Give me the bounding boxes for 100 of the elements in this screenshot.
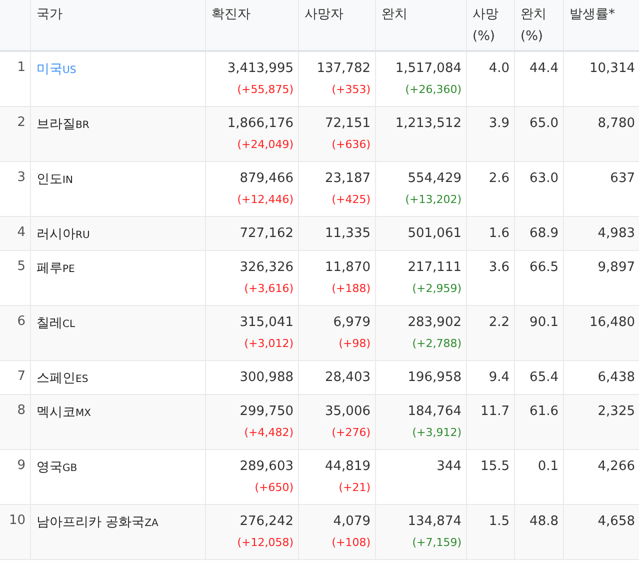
table-cell-text: 35,006: [324, 403, 370, 420]
country-name: 스페인 ES: [36, 371, 88, 386]
country-name: 멕시코MX: [36, 405, 91, 420]
daily-change: (+108): [330, 535, 370, 551]
column-header[interactable]: 완치 (%): [514, 0, 563, 51]
daily-change: (+3,912): [411, 425, 462, 441]
daily-change: (+276): [330, 425, 370, 441]
table-cell-text: 6,979: [332, 314, 370, 331]
column-header[interactable]: 국가: [30, 0, 205, 51]
table-cell-text: 300,988: [238, 369, 294, 386]
column-header[interactable]: 사망 (%): [466, 0, 514, 51]
daily-change: (+425): [330, 192, 370, 208]
rank-number: 5: [17, 259, 26, 274]
table-cell-text: 2,325: [596, 403, 635, 420]
table-cell-text: 72,151: [324, 115, 370, 132]
table-cell-text: 3.9: [488, 115, 510, 132]
daily-change: (+3,012): [243, 336, 294, 352]
table-cell-text: 10,314: [588, 60, 635, 77]
table-cell-text: 344: [436, 458, 462, 475]
daily-change: (+4,482): [243, 425, 294, 441]
table-cell-text: 276,242: [238, 513, 294, 530]
daily-change: (+353): [330, 82, 370, 98]
country-name: 러시아RU: [36, 227, 90, 242]
table-cell-text: 28,403: [324, 369, 370, 386]
rank-number: 4: [17, 225, 26, 240]
table-cell-text: 217,111: [406, 259, 462, 276]
table-cell-text: 90.1: [528, 314, 558, 331]
daily-change: (+636): [330, 137, 370, 153]
rank-number: 10: [8, 513, 26, 528]
table-cell-text: 137,782: [316, 60, 370, 77]
table-cell-text: 554,429: [406, 170, 462, 187]
table-cell-text: 315,041: [238, 314, 294, 331]
daily-change: (+24,049): [236, 137, 294, 153]
table-cell-text: 134,874: [406, 513, 462, 530]
table-cell-text: 3.6: [488, 259, 510, 276]
column-header[interactable]: 발생률*: [563, 0, 639, 51]
column-header[interactable]: 완치: [375, 0, 466, 51]
country-name: 칠레 CL: [36, 316, 76, 331]
country-name: 브라질 BR: [36, 117, 90, 132]
daily-change: (+7,159): [411, 535, 462, 551]
table-cell-text: 3,413,995: [226, 60, 294, 77]
daily-change: (+98): [338, 336, 370, 352]
table-cell-text: 1,517,084: [394, 60, 462, 77]
table-cell-text: 15.5: [480, 458, 510, 475]
daily-change: (+55,875): [236, 82, 294, 98]
table-cell-text: 11,335: [324, 225, 370, 242]
table-cell-text: 0.1: [536, 458, 558, 475]
table-cell-text: 61.6: [528, 403, 558, 420]
table-cell-text: 9.4: [488, 369, 510, 386]
table-cell-text: 4,658: [596, 513, 635, 530]
rank-number: 7: [17, 369, 26, 384]
table-cell-text: 48.8: [528, 513, 558, 530]
table-cell-text: 637: [609, 170, 635, 187]
daily-change: (+3,616): [243, 281, 294, 297]
rank-number: 6: [17, 314, 26, 329]
country-name: 인도IN: [36, 172, 73, 187]
daily-change: (+12,446): [236, 192, 294, 208]
table-cell-text: 2.6: [488, 170, 510, 187]
table-cell-text: 727,162: [238, 225, 294, 242]
table-cell-text: 289,603: [238, 458, 294, 475]
rank-number: 2: [17, 115, 26, 130]
table-cell-text: 44,819: [324, 458, 370, 475]
table-cell-text: 9,897: [596, 259, 635, 276]
country-name: 남아프리카 공화국ZA: [36, 515, 158, 530]
daily-change: (+21): [338, 480, 370, 496]
table-cell-text: 65.4: [528, 369, 558, 386]
table-cell-text: 68.9: [528, 225, 558, 242]
table-cell-text: 16,480: [588, 314, 635, 331]
table-cell-text: 4.0: [488, 60, 510, 77]
daily-change: (+2,788): [411, 336, 462, 352]
table-cell-text: 879,466: [238, 170, 294, 187]
column-header[interactable]: 사망자: [298, 0, 375, 51]
daily-change: (+26,360): [404, 82, 462, 98]
table-cell-text: 8,780: [596, 115, 635, 132]
rank-number: 3: [17, 170, 26, 185]
table-cell-text: 2.2: [488, 314, 510, 331]
table-cell-text: 283,902: [406, 314, 462, 331]
table-cell-text: 1,866,176: [226, 115, 294, 132]
table-cell-text: 299,750: [238, 403, 294, 420]
rank-number: 8: [17, 403, 26, 418]
daily-change: (+13,202): [404, 192, 462, 208]
table-cell-text: 11,870: [324, 259, 370, 276]
table-cell-text: 4,266: [596, 458, 635, 475]
country-name: 영국GB: [36, 460, 78, 475]
table-cell-text: 1,213,512: [394, 115, 462, 132]
table-cell-text: 65.0: [528, 115, 558, 132]
table-cell-text: 501,061: [406, 225, 462, 242]
rank-number: 9: [17, 458, 26, 473]
table-cell-text: 23,187: [324, 170, 370, 187]
rank-number: 1: [17, 60, 26, 75]
table-cell-text: 66.5: [528, 259, 558, 276]
country-name: 페루PE: [36, 261, 75, 276]
table-cell-text: 196,958: [406, 369, 462, 386]
table-cell-text: 326,326: [238, 259, 294, 276]
daily-change: (+2,959): [411, 281, 462, 297]
table-cell-text: 6,438: [596, 369, 635, 386]
column-header[interactable]: 확진자: [205, 0, 298, 51]
table-cell-text: 4,079: [332, 513, 370, 530]
daily-change: (+188): [330, 281, 370, 297]
daily-change: (+650): [254, 480, 294, 496]
